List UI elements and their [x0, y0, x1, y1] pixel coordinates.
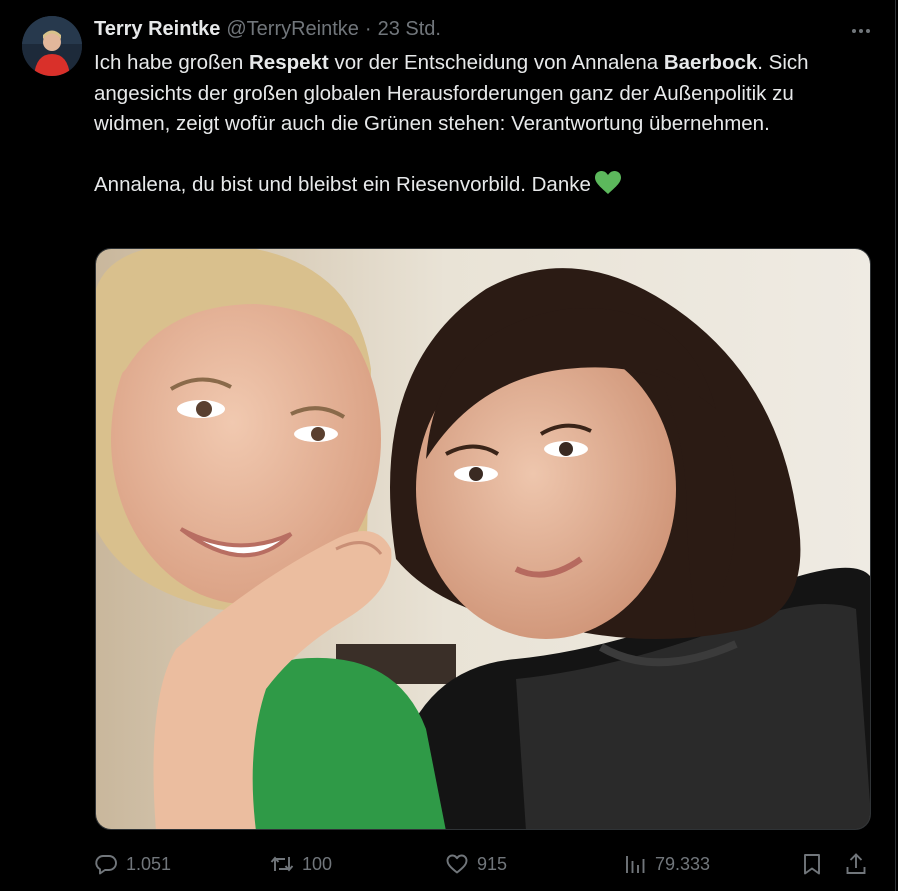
- timestamp[interactable]: 23 Std.: [378, 18, 441, 41]
- heart-icon: [446, 854, 468, 874]
- column-divider: [895, 0, 896, 891]
- tweet-text-part: Annalena, du bist und bleibst ein Riesen…: [94, 173, 591, 196]
- tweet-text-part: Ich habe großen: [94, 51, 249, 74]
- bookmark-button[interactable]: [800, 848, 824, 880]
- views-button[interactable]: 79.333: [623, 848, 710, 880]
- repost-count: 100: [302, 853, 333, 874]
- green-heart-emoji: [594, 171, 621, 205]
- separator: ·: [364, 18, 372, 40]
- avatar[interactable]: [22, 16, 82, 76]
- reply-count: 1.051: [126, 853, 172, 874]
- tweet-header: Terry Reintke @TerryReintke · 23 Std.: [94, 18, 441, 44]
- like-button[interactable]: 915: [445, 848, 507, 880]
- tweet-actions: 1.051 100 915 79.333: [94, 848, 870, 880]
- share-button[interactable]: [844, 848, 868, 880]
- reply-icon: [95, 855, 117, 875]
- repost-button[interactable]: 100: [270, 848, 332, 880]
- views-count: 79.333: [655, 853, 711, 874]
- reply-button[interactable]: 1.051: [94, 848, 171, 880]
- author-name[interactable]: Terry Reintke: [94, 18, 220, 41]
- tweet-text-part: vor der Entscheidung von Annalena: [328, 51, 664, 74]
- more-button[interactable]: [848, 18, 874, 44]
- author-handle[interactable]: @TerryReintke: [226, 18, 359, 41]
- hashtag-respekt[interactable]: Respekt: [249, 51, 329, 74]
- tweet-paragraph-2: Annalena, du bist und bleibst ein Riesen…: [94, 170, 864, 205]
- views-icon: [626, 856, 645, 873]
- more-icon: [852, 29, 870, 33]
- repost-icon: [270, 856, 294, 872]
- like-count: 915: [477, 853, 508, 874]
- tweet-paragraph-1: Ich habe großen Respekt vor der Entschei…: [94, 48, 864, 140]
- share-icon: [846, 853, 866, 874]
- tweet-text: Ich habe großen Respekt vor der Entschei…: [94, 48, 864, 205]
- bookmark-icon: [804, 854, 820, 875]
- tweet-photo[interactable]: [95, 248, 871, 830]
- hashtag-baerbock[interactable]: Baerbock: [664, 51, 757, 74]
